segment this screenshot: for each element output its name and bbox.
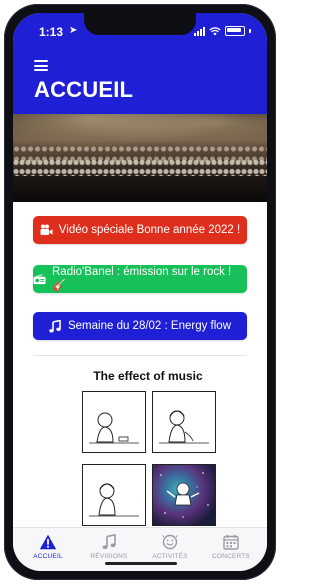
- tab-accueil-label: ACCUEIL: [33, 553, 63, 560]
- comic-title: The effect of music: [93, 369, 203, 383]
- home-indicator[interactable]: [105, 562, 177, 565]
- music-comic-image: The effect of music: [75, 361, 221, 536]
- section-divider: [33, 355, 247, 356]
- comic-panel-sad: [82, 391, 146, 453]
- calendar-icon: [223, 534, 239, 550]
- radio-icon: [33, 273, 46, 286]
- wifi-icon: [209, 26, 221, 35]
- radio-banel-button[interactable]: Radio'Banel : émission sur le rock ! 🎸: [33, 265, 247, 293]
- comic-panel-listening: [82, 464, 146, 526]
- tab-accueil[interactable]: ACCUEIL: [17, 534, 79, 560]
- music-note-icon: [49, 319, 62, 333]
- camera-notch: [84, 13, 196, 35]
- signal-icon: [194, 26, 205, 36]
- comic-panel-space: [152, 464, 216, 526]
- page-title: ACCUEIL: [34, 77, 134, 102]
- tab-revisions[interactable]: RÉVISIONS: [78, 534, 140, 560]
- radio-banel-label: Radio'Banel : émission sur le rock ! 🎸: [52, 266, 232, 292]
- status-icons: [194, 25, 251, 37]
- location-arrow-icon: ➤: [69, 25, 78, 36]
- video-camera-icon: [40, 224, 53, 237]
- hamburger-menu-icon[interactable]: [34, 60, 48, 71]
- app-screen: 1:13 ➤ ACCUEIL Vidéo spéciale Bonne anné…: [13, 13, 267, 571]
- battery-nub: [249, 29, 251, 33]
- tab-concerts[interactable]: CONCERTS: [200, 534, 262, 560]
- status-time: 1:13: [39, 25, 64, 39]
- tab-concerts-label: CONCERTS: [212, 553, 250, 560]
- new-year-video-button[interactable]: Vidéo spéciale Bonne année 2022 !: [33, 216, 247, 244]
- music-note-icon: [102, 534, 116, 549]
- tab-activites-label: ACTIVITÉS: [152, 553, 188, 560]
- weekly-song-label: Semaine du 28/02 : Energy flow: [67, 320, 232, 332]
- tab-activites[interactable]: ACTIVITÉS: [139, 534, 201, 560]
- tab-revisions-label: RÉVISIONS: [90, 553, 128, 560]
- phone-frame: 1:13 ➤ ACCUEIL Vidéo spéciale Bonne anné…: [4, 4, 276, 580]
- weekly-song-button[interactable]: Semaine du 28/02 : Energy flow: [33, 312, 247, 340]
- battery-icon: [225, 26, 245, 36]
- smiley-icon: [162, 534, 178, 550]
- comic-panel-headphones: [152, 391, 216, 453]
- new-year-video-label: Vidéo spéciale Bonne année 2022 !: [58, 224, 241, 236]
- choir-concert-photo: [13, 114, 267, 202]
- warning-triangle-icon: [39, 534, 57, 550]
